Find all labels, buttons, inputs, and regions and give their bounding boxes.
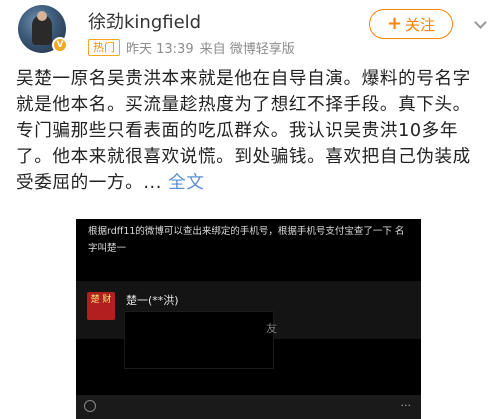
verified-badge-icon: V [52, 37, 68, 53]
follow-label: 关注 [405, 15, 436, 34]
voice-icon [84, 400, 96, 412]
embed-friend-label: 友 [266, 322, 277, 335]
post-body: 吴楚一原名吴贵洪本来就是他在自导自演。爆料的号名字就是他本名。买流量趁热度为了想… [16, 66, 486, 196]
embed-contact-name: 楚一(**洪) [126, 294, 179, 307]
redaction-block [124, 311, 274, 369]
plus-icon: + [386, 13, 403, 34]
more-options-button[interactable] [470, 14, 490, 34]
chevron-down-icon [473, 15, 487, 29]
embed-avatar: 楚 财 [87, 292, 115, 320]
follow-button[interactable]: + 关注 [369, 9, 453, 39]
embed-caption: 根据rdff11的微博可以查出来绑定的手机号，根据手机号支付宝查了一下 名字叫楚… [88, 226, 405, 254]
username[interactable]: 徐劲kingfield [88, 8, 201, 34]
hot-tag: 热门 [88, 39, 120, 56]
post-header: V 徐劲kingfield 热门 昨天 13:39 来自 微博轻享版 + 关注 [0, 0, 499, 62]
post-time[interactable]: 昨天 13:39 [126, 38, 194, 57]
post-text: 吴楚一原名吴贵洪本来就是他在自导自演。爆料的号名字就是他本名。买流量趁热度为了想… [16, 69, 471, 193]
full-text-link[interactable]: 全文 [168, 173, 204, 193]
avatar-figure [32, 11, 52, 45]
embed-bottom-bar [76, 395, 421, 419]
post-source: 来自 微博轻享版 [199, 42, 295, 57]
embed-more-icon: ··· [400, 399, 412, 412]
post-meta: 热门 昨天 13:39 来自 微博轻享版 [88, 38, 295, 57]
embedded-screenshot[interactable]: 根据rdff11的微博可以查出来绑定的手机号，根据手机号支付宝查了一下 名字叫楚… [76, 219, 421, 419]
